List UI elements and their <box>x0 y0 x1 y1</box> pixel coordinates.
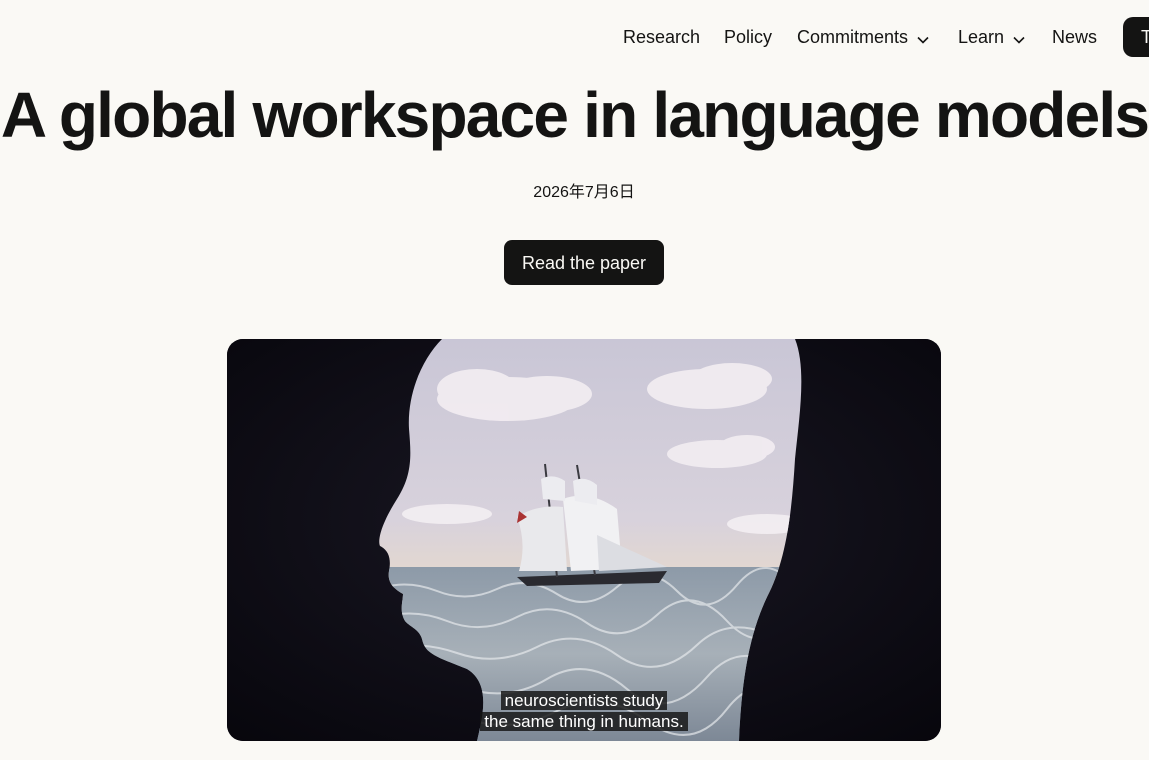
video-caption-line1: neuroscientists study <box>227 691 941 711</box>
nav-research-link[interactable]: Research <box>623 17 700 57</box>
publish-date: 2026年7月6日 <box>533 184 635 201</box>
nav-policy-link[interactable]: Policy <box>724 17 772 57</box>
nav-learn-menu[interactable]: Learn <box>958 17 1025 57</box>
chevron-down-icon <box>1013 18 1025 58</box>
page-title: A global workspace in language models <box>0 79 1149 151</box>
nav-news-link[interactable]: News <box>1052 17 1097 57</box>
nav-commitments-label: Commitments <box>797 27 909 47</box>
video-frame-image <box>227 339 941 741</box>
chevron-down-icon <box>917 18 929 58</box>
top-nav: Research Policy Commitments Learn News T <box>0 17 1149 57</box>
video-caption-line2: the same thing in humans. <box>227 712 941 732</box>
read-paper-button[interactable]: Read the paper <box>504 240 664 285</box>
video-player[interactable]: neuroscientists study the same thing in … <box>227 339 941 741</box>
nav-commitments-menu[interactable]: Commitments <box>797 17 929 57</box>
nav-cta-button[interactable]: T <box>1123 17 1149 57</box>
nav-learn-label: Learn <box>958 27 1005 47</box>
